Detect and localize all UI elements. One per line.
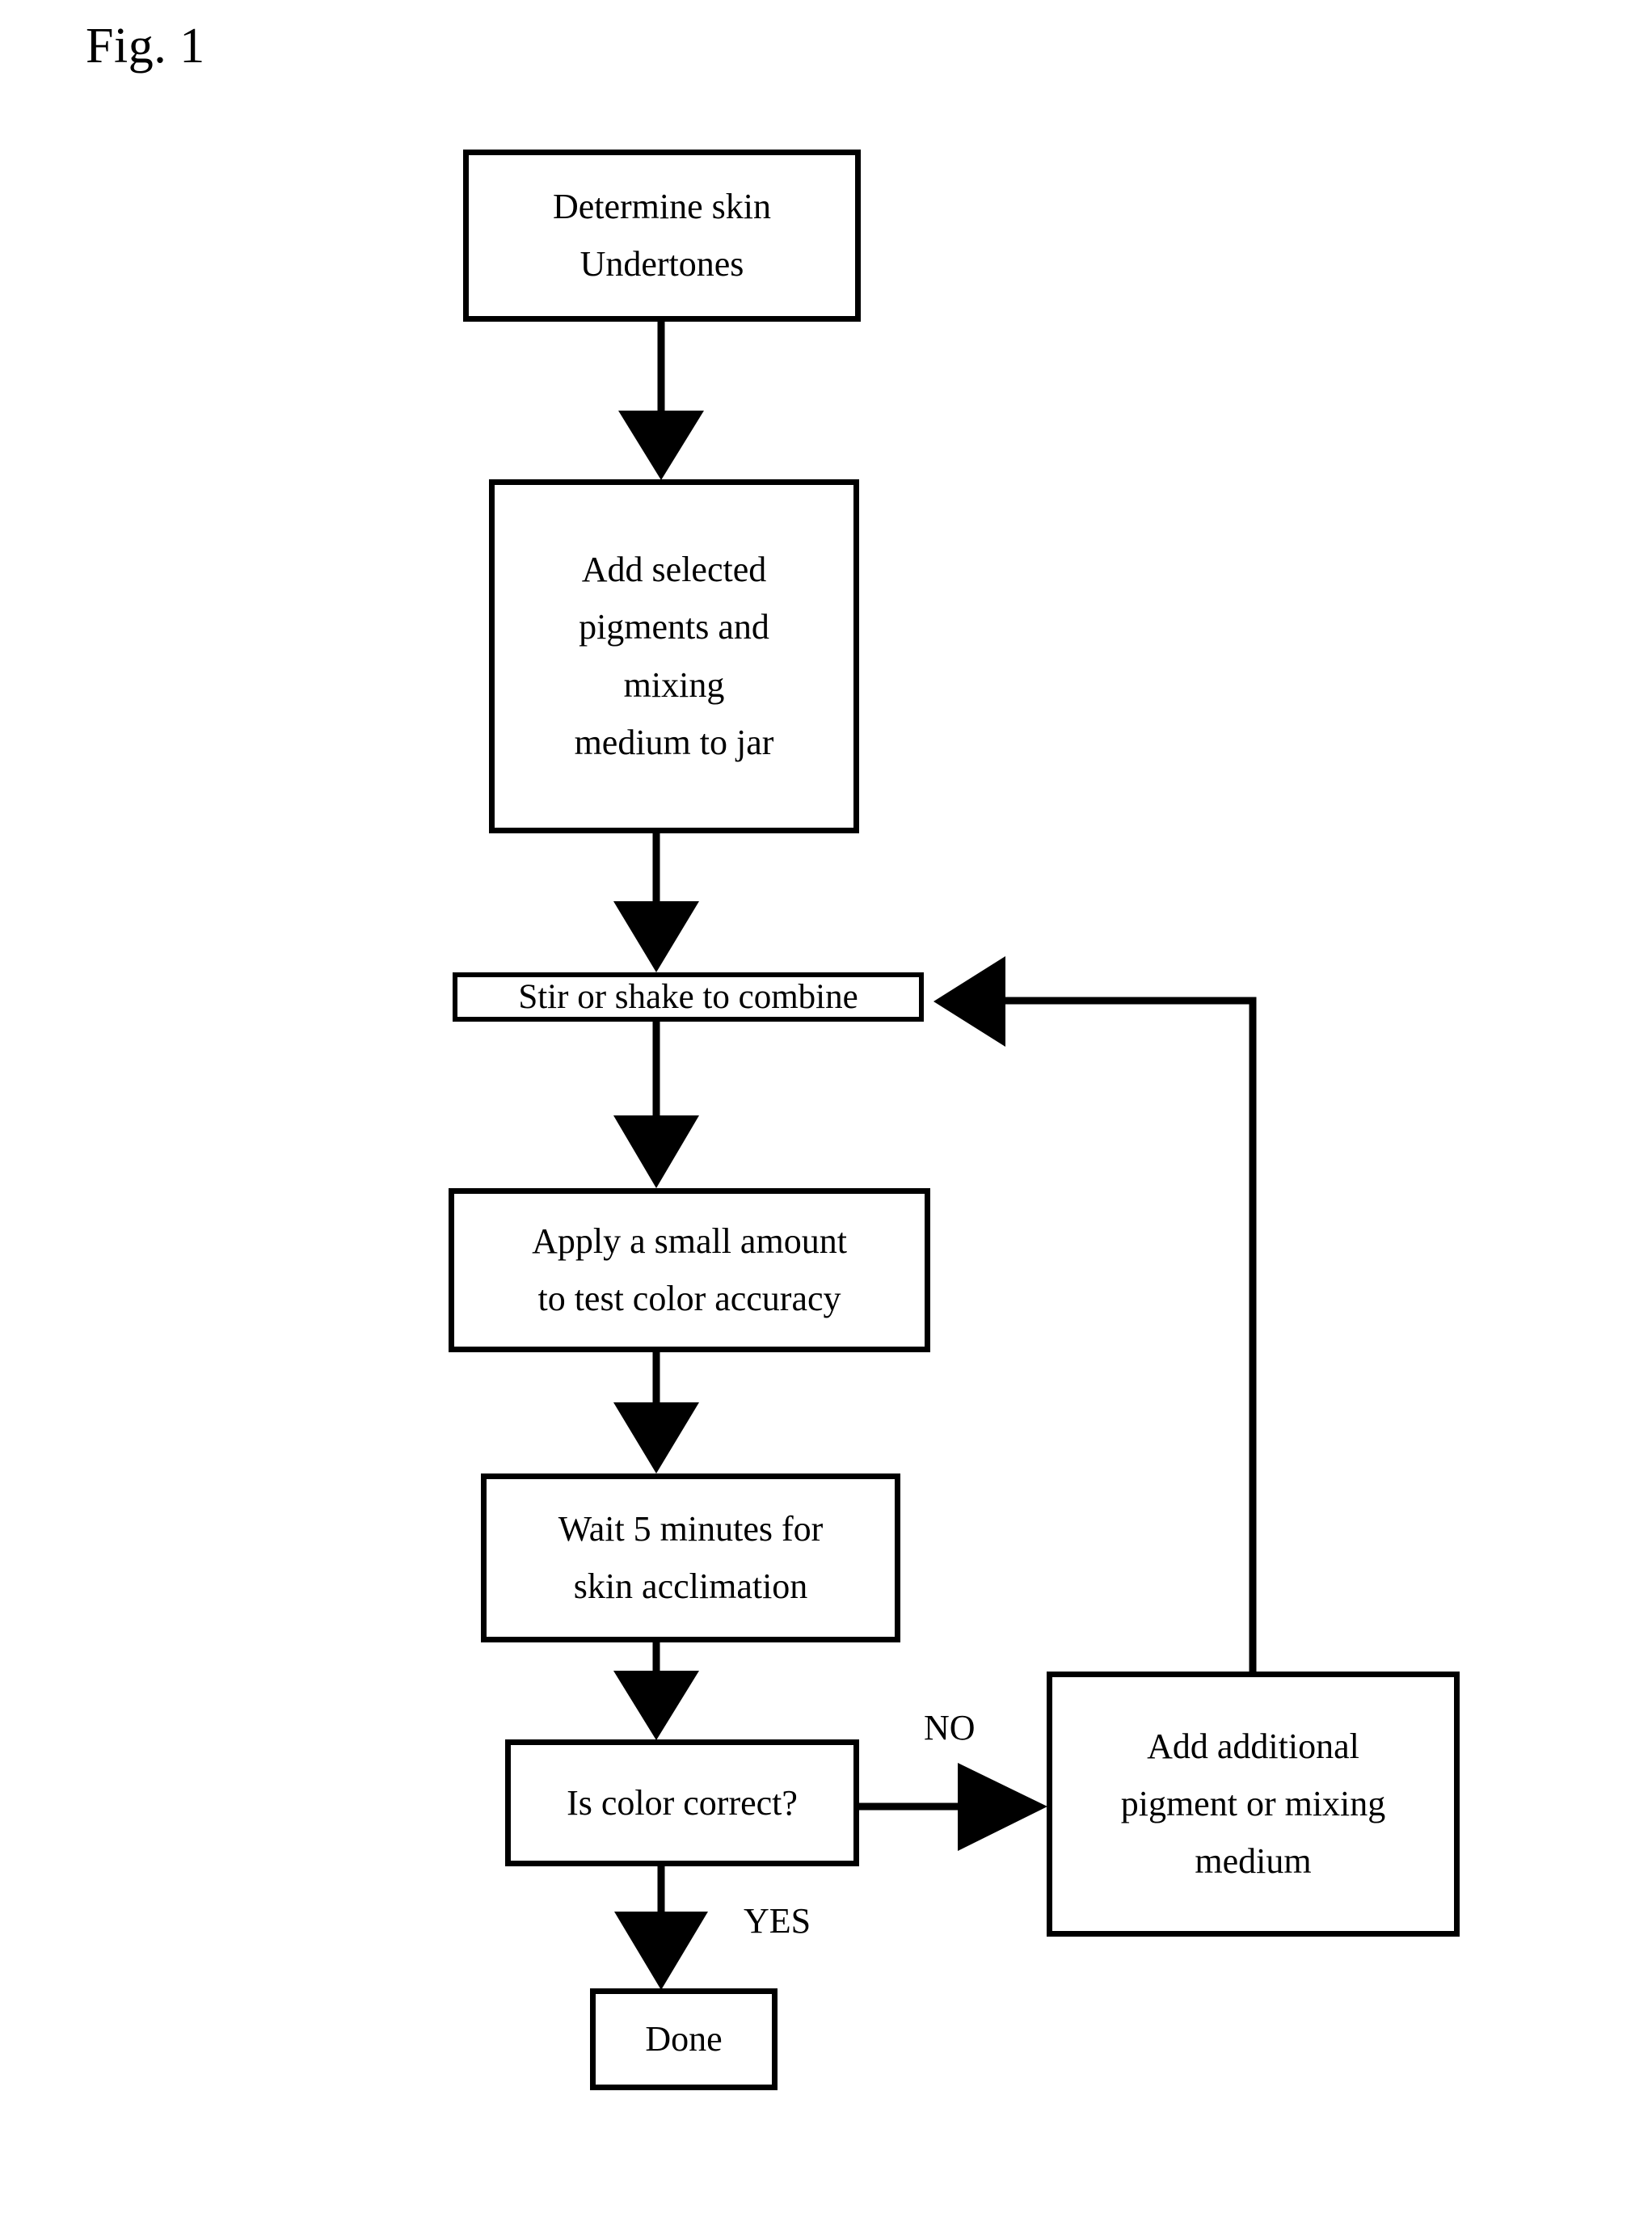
node-line: Stir or shake to combine: [518, 978, 858, 1016]
arrowhead-right-to-add-additional: [958, 1763, 1047, 1851]
edge-label-yes: YES: [744, 1901, 811, 1941]
node-add-selected-pigments[interactable]: Add selected pigments and mixing medium …: [489, 479, 859, 833]
node-determine-skin-undertones[interactable]: Determine skin Undertones: [463, 150, 861, 322]
node-line: to test color accuracy: [537, 1279, 841, 1319]
figure-canvas: Fig. 1 Add additional pigment --> Done -…: [0, 0, 1652, 2226]
node-line: medium: [1195, 1841, 1312, 1882]
node-apply-small-amount[interactable]: Apply a small amount to test color accur…: [449, 1188, 930, 1352]
node-line: Undertones: [579, 244, 744, 285]
node-line: Is color correct?: [567, 1782, 798, 1823]
node-line: Done: [645, 2019, 723, 2059]
node-line: Determine skin: [552, 186, 772, 226]
node-line: medium to jar: [574, 722, 774, 762]
arrowhead-down-to-done: [614, 1912, 708, 1990]
node-line: pigments and: [579, 607, 769, 647]
arrowhead-down-to-wait: [613, 1402, 699, 1473]
arrowhead-down-to-stir: [613, 901, 699, 972]
arrowhead-down-to-apply: [613, 1115, 699, 1188]
node-line: skin acclimation: [573, 1566, 808, 1607]
connector-feedback-loop: [1005, 997, 1257, 1672]
node-line: Add additional: [1147, 1726, 1359, 1766]
arrowhead-down-to-decision: [613, 1671, 699, 1740]
edge-label-no: NO: [924, 1708, 976, 1747]
node-is-color-correct[interactable]: Is color correct?: [505, 1739, 859, 1866]
node-line: pigment or mixing: [1120, 1784, 1386, 1823]
node-add-additional-pigment[interactable]: Add additional pigment or mixing medium: [1047, 1672, 1460, 1937]
node-line: Apply a small amount: [532, 1221, 847, 1261]
node-line: mixing: [623, 664, 725, 705]
node-line: Add selected: [581, 550, 767, 590]
arrowhead-down-to-pigments: [618, 411, 704, 480]
node-done[interactable]: Done: [590, 1988, 778, 2090]
node-stir-or-shake[interactable]: Stir or shake to combine: [453, 972, 924, 1022]
node-wait-5-minutes[interactable]: Wait 5 minutes for skin acclimation: [481, 1473, 900, 1642]
arrowhead-left-to-stir: [933, 956, 1005, 1047]
node-line: Wait 5 minutes for: [558, 1508, 824, 1549]
